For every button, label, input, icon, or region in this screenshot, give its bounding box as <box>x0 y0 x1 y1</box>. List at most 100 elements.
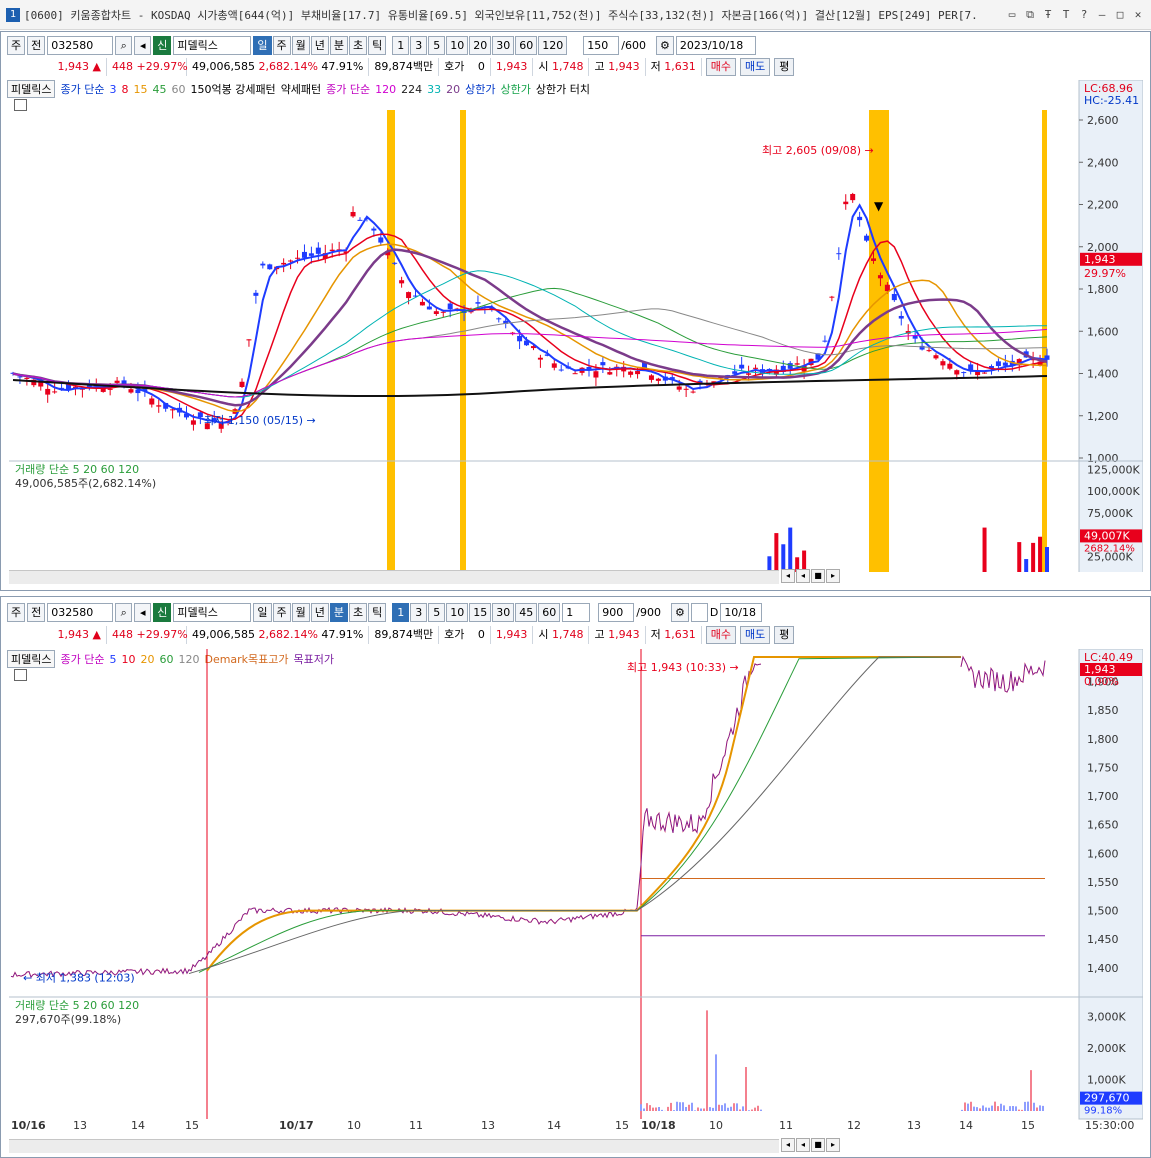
period-tab[interactable]: 틱 <box>368 35 387 55</box>
chart-type-select[interactable]: 주 <box>7 35 26 55</box>
nav-stop-icon[interactable]: ■ <box>811 569 825 583</box>
candle-body <box>871 258 877 261</box>
nav-prev-icon[interactable]: ◂ <box>796 1138 810 1152</box>
date-input[interactable]: 2023/10/18 <box>675 35 756 55</box>
candle-body <box>551 363 557 368</box>
stock-code-input[interactable]: 032580 <box>47 35 114 55</box>
candle-body <box>301 251 307 258</box>
interval-button[interactable]: 45 <box>515 602 538 622</box>
candle-body <box>38 382 44 387</box>
period-tab[interactable]: 월 <box>291 602 310 622</box>
interval-button[interactable]: 15 <box>469 602 492 622</box>
interval-button[interactable]: 5 <box>428 35 446 55</box>
flat-button[interactable]: 평 <box>774 58 795 76</box>
speaker-icon[interactable]: ◂ <box>134 602 152 622</box>
prev-button[interactable]: 전 <box>27 35 46 55</box>
window-button-3[interactable]: T <box>1059 8 1073 22</box>
speaker-icon[interactable]: ◂ <box>134 35 152 55</box>
volume-bar <box>982 527 987 572</box>
interval-button[interactable]: 1 <box>392 35 410 55</box>
count-input[interactable]: 900 <box>598 602 635 622</box>
d-checkbox[interactable] <box>690 602 708 622</box>
moving-average-line <box>12 243 1047 413</box>
interval-button[interactable]: 10 <box>446 602 469 622</box>
period-tab[interactable]: 초 <box>349 35 368 55</box>
minute-price-line <box>10 655 1046 979</box>
buy-button[interactable]: 매수 <box>705 626 736 644</box>
nav-next-icon[interactable]: ▸ <box>826 569 840 583</box>
window-button-6[interactable]: □ <box>1113 8 1127 22</box>
interval-button[interactable]: 30 <box>492 35 515 55</box>
open-price: 1,748 <box>551 60 584 73</box>
interval-button[interactable]: 60 <box>515 35 538 55</box>
period-tab[interactable]: 일 <box>253 35 272 55</box>
interval-button[interactable]: 3 <box>410 35 428 55</box>
chart-type-select[interactable]: 주 <box>7 602 26 622</box>
interval-button[interactable]: 5 <box>428 602 446 622</box>
interval-button[interactable]: 120 <box>538 35 568 55</box>
volume-bar <box>788 527 793 572</box>
candle-body <box>295 257 301 259</box>
nav-first-icon[interactable]: ◂ <box>781 569 795 583</box>
window-button-4[interactable]: ? <box>1077 8 1091 22</box>
interval-button[interactable]: 10 <box>446 35 469 55</box>
interval-button[interactable]: 60 <box>538 602 561 622</box>
stock-code-input[interactable]: 032580 <box>47 602 114 622</box>
sell-button[interactable]: 매도 <box>739 626 771 644</box>
interval-button[interactable]: 20 <box>469 35 492 55</box>
window-button-5[interactable]: – <box>1095 8 1109 22</box>
flat-button[interactable]: 평 <box>774 626 795 644</box>
window-button-7[interactable]: ✕ <box>1131 8 1145 22</box>
period-tab[interactable]: 분 <box>329 35 348 55</box>
change-rate: +29.97% <box>136 628 188 641</box>
time-tick-label: 10 <box>347 1119 361 1132</box>
buy-button[interactable]: 매수 <box>705 58 736 76</box>
window-button-2[interactable]: Ŧ <box>1041 8 1055 22</box>
period-tab[interactable]: 년 <box>310 35 329 55</box>
volume-value: 49,006,585주(2,682.14%) <box>15 477 156 490</box>
nav-stop-icon[interactable]: ■ <box>811 1138 825 1152</box>
interval-button[interactable]: 1 <box>392 602 410 622</box>
high-annotation: 최고 1,943 (10:33) → <box>627 661 739 674</box>
search-icon[interactable]: ⌕ <box>115 602 133 622</box>
period-tab[interactable]: 일 <box>253 602 272 622</box>
high-price: 1,943 <box>608 60 640 73</box>
minute-chart-canvas[interactable]: LC:40.491,9001,8501,8001,7501,7001,6501,… <box>9 649 1143 1137</box>
search-icon[interactable]: ⌕ <box>115 35 133 55</box>
period-tab[interactable]: 분 <box>329 602 348 622</box>
volume-tick-label: 125,000K <box>1087 463 1140 476</box>
date-input[interactable]: 10/18 <box>720 602 763 622</box>
candle-body <box>371 228 377 231</box>
minute-scrollbar[interactable] <box>9 1139 779 1153</box>
window-button-0[interactable]: ▭ <box>1005 8 1019 22</box>
interval-input[interactable]: 1 <box>562 602 591 622</box>
candle-body <box>288 260 294 262</box>
prev-button[interactable]: 전 <box>27 602 46 622</box>
nav-first-icon[interactable]: ◂ <box>781 1138 795 1152</box>
period-tab[interactable]: 주 <box>272 602 291 622</box>
settings-gear-icon[interactable]: ⚙ <box>655 35 674 55</box>
period-tab[interactable]: 년 <box>310 602 329 622</box>
daily-chart-canvas[interactable]: LC:68.96HC:-25.412,6002,4002,2002,0001,8… <box>9 80 1143 572</box>
period-tab[interactable]: 주 <box>272 35 291 55</box>
current-price-tag-text: 1,943 <box>1084 253 1116 266</box>
hc-label: HC:-25.41 <box>1084 94 1139 107</box>
volume-tick-label: 75,000K <box>1087 507 1133 520</box>
period-tab[interactable]: 틱 <box>368 602 387 622</box>
interval-button[interactable]: 3 <box>410 602 428 622</box>
candle-body <box>447 303 453 310</box>
candle-body <box>45 388 51 395</box>
period-tab[interactable]: 초 <box>349 602 368 622</box>
settings-gear-icon[interactable]: ⚙ <box>670 602 689 622</box>
nav-next-icon[interactable]: ▸ <box>826 1138 840 1152</box>
count-input[interactable]: 150 <box>583 35 620 55</box>
nav-prev-icon[interactable]: ◂ <box>796 569 810 583</box>
candle-body <box>746 373 752 375</box>
interval-button[interactable]: 30 <box>492 602 515 622</box>
window-title: [0600] 키움종합차트 - KOSDAQ 시가총액[644(억)] 부채비율… <box>24 8 978 22</box>
sell-button[interactable]: 매도 <box>739 58 771 76</box>
period-tab[interactable]: 월 <box>291 35 310 55</box>
candle-body <box>628 371 634 375</box>
daily-scrollbar[interactable] <box>9 570 779 584</box>
window-button-1[interactable]: ⧉ <box>1023 8 1037 22</box>
